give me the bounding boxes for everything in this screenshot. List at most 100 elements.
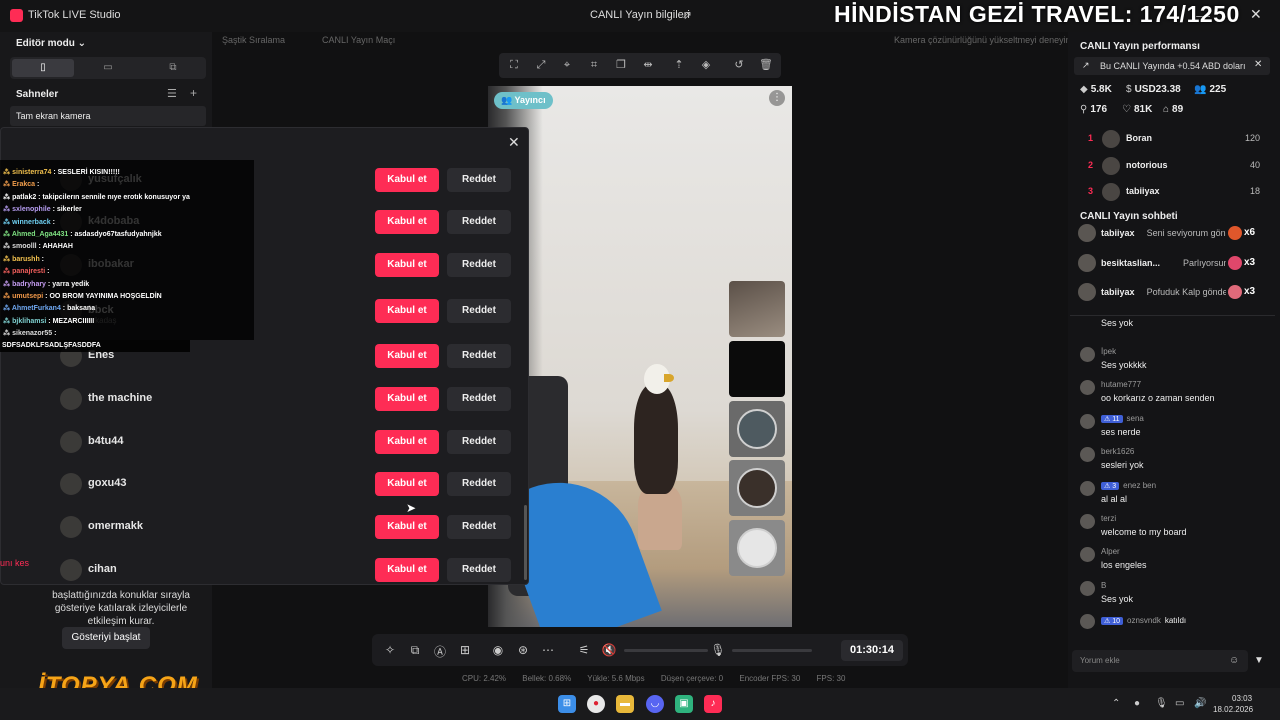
accept-guest-button[interactable]: Kabul et [375,299,439,323]
ranking-row[interactable]: 1 Boran 120 [1076,129,1266,151]
chat-message[interactable]: Alper los engeles [1080,545,1265,575]
effects-icon[interactable]: ✧ [382,643,398,657]
portrait-mode-icon[interactable]: ▯ [12,59,74,77]
accept-guest-button[interactable]: Kabul et [375,430,439,454]
speaker-muted-icon[interactable]: 🔇 [601,643,617,657]
list-icon[interactable]: ☰ [167,87,177,100]
reject-guest-button[interactable]: Reddet [447,430,511,454]
crop-icon[interactable]: ⌗ [587,58,601,72]
accept-guest-button[interactable]: Kabul et [375,253,439,277]
file-explorer-icon[interactable]: ▬ [616,695,634,713]
reject-guest-button[interactable]: Reddet [447,387,511,411]
more-icon[interactable]: ⋯ [540,643,556,657]
clock-date[interactable]: 18.02.2026 [1213,705,1253,714]
reject-guest-button[interactable]: Reddet [447,210,511,234]
microphone-icon[interactable]: 🎙 [710,643,726,657]
undo-icon[interactable]: ↺ [732,58,746,72]
accept-guest-button[interactable]: Kabul et [375,344,439,368]
share-icon[interactable]: ⇗ [682,8,692,22]
hint-match[interactable]: CANLI Yayın Maçı [322,35,395,45]
guest-thumbnail-4[interactable] [729,460,785,516]
memory-stat: Bellek: 0.68% [522,674,572,683]
flip-icon[interactable]: ⇹ [641,58,655,72]
chat-message[interactable]: B Ses yok [1080,579,1265,609]
tiktok-live-studio-taskbar-icon[interactable]: ♪ [704,695,722,713]
discord-icon[interactable]: ◡ [646,695,664,713]
ai-icon[interactable]: Ⓐ [432,643,448,660]
tray-app-icon[interactable]: ● [1134,698,1140,709]
landscape-mode-icon[interactable]: ▭ [77,59,139,77]
windows-start-icon[interactable]: ⊞ [558,695,576,713]
chat-message[interactable]: terzi welcome to my board [1080,512,1265,542]
emoji-icon[interactable]: ☺ [1229,655,1239,666]
hint-ranking[interactable]: Şaştik Sıralama [222,35,285,45]
reject-guest-button[interactable]: Reddet [447,253,511,277]
filter-icon[interactable]: ▼ [1254,655,1264,666]
chat-message[interactable]: berk1626 sesleri yok [1080,445,1265,475]
heart-icon: ♡ [1122,104,1131,115]
comment-input[interactable]: Yorum ekle [1072,650,1248,672]
guest-thumbnail-5[interactable] [729,520,785,576]
audio-settings-icon[interactable]: ⚟ [576,643,592,657]
accept-guest-button[interactable]: Kabul et [375,472,439,496]
banner-close-icon[interactable]: ✕ [1254,59,1262,70]
accept-guest-button[interactable]: Kabul et [375,168,439,192]
reject-guest-button[interactable]: Reddet [447,344,511,368]
chat-message[interactable]: ⚠ 10 oznsvndk katıldı [1080,612,1265,642]
overlay-chat-text: : OO BROM YAYINIMA HOŞGELDİN [43,293,162,300]
scene-item-fullscreen-camera[interactable]: Tam ekran kamera [10,106,206,126]
reject-guest-button[interactable]: Reddet [447,558,511,582]
more-options-icon[interactable]: ⋮ [769,90,785,106]
tray-volume-icon[interactable]: 🔊 [1194,698,1206,709]
speaker-volume-slider[interactable] [624,649,708,652]
tray-chevron-icon[interactable]: ⌃ [1112,698,1120,709]
editor-mode-dropdown[interactable]: Editör modu ⌄ [16,38,86,49]
cut-link[interactable]: unı kes [0,558,29,568]
chat-message[interactable]: ⚠ 11 sena ses nerde [1080,412,1265,442]
ranking-row[interactable]: 2 notorious 40 [1076,156,1266,178]
camera-switch-icon[interactable]: ⊛ [515,643,531,657]
clock-time[interactable]: 03:03 [1232,694,1252,703]
center-icon[interactable]: ⌖ [560,58,574,72]
ranking-row[interactable]: 3 tabiiyax 18 [1076,182,1266,204]
modal-scrollbar[interactable] [524,505,527,580]
fit-icon[interactable]: ⤢ [534,58,548,72]
tray-network-icon[interactable]: ▭ [1175,698,1184,709]
reject-guest-button[interactable]: Reddet [447,472,511,496]
guest-thumbnail-2[interactable] [729,341,785,397]
accept-guest-button[interactable]: Kabul et [375,558,439,582]
microphone-volume-slider[interactable] [732,649,812,652]
record-icon[interactable]: ◉ [490,643,506,657]
reject-guest-button[interactable]: Reddet [447,168,511,192]
delete-icon[interactable]: 🗑 [759,58,773,72]
hint-resolution[interactable]: Kamera çözünürlüğünü yükseltmeyi deneyin [894,35,1071,45]
ranking-name: tabiiyax [1126,186,1160,196]
accept-guest-button[interactable]: Kabul et [375,387,439,411]
live-info-link[interactable]: CANLI Yayın bilgileri [590,9,690,21]
add-scene-icon[interactable]: + [190,86,197,100]
app-icon-green[interactable]: ▣ [675,695,693,713]
tray-mic-icon[interactable]: 🎙 [1155,698,1168,709]
reject-guest-button[interactable]: Reddet [447,299,511,323]
accept-guest-button[interactable]: Kabul et [375,210,439,234]
close-window-icon[interactable]: ✕ [1250,6,1262,23]
guest-thumbnail-1[interactable] [729,281,785,337]
earnings-banner[interactable]: Bu CANLI Yayında +0.54 ABD doları [1074,57,1270,75]
layer-up-icon[interactable]: ⇡ [672,58,686,72]
start-show-button[interactable]: Gösteriyi başlat [62,627,150,649]
select-icon[interactable]: ⛶ [507,58,521,72]
reject-guest-button[interactable]: Reddet [447,515,511,539]
caption-icon[interactable]: ⊞ [457,643,473,657]
mouse-cursor-icon: ➤ [406,501,417,515]
chat-message[interactable]: İpek Ses yokkkk [1080,345,1265,375]
accept-guest-button[interactable]: Kabul et [375,515,439,539]
chat-message[interactable]: hutame777 oo korkarız o zaman senden [1080,378,1265,408]
modal-close-icon[interactable]: ✕ [508,134,520,151]
guest-thumbnail-3[interactable] [729,401,785,457]
chrome-icon[interactable]: ● [587,695,605,713]
dual-mode-icon[interactable]: ⧉ [142,59,204,77]
screen-icon[interactable]: ⧉ [407,643,423,658]
chat-message[interactable]: ⚠ 3 enez ben al al al [1080,479,1265,509]
copy-icon[interactable]: ❐ [614,58,628,72]
layers-icon[interactable]: ◈ [699,58,713,72]
